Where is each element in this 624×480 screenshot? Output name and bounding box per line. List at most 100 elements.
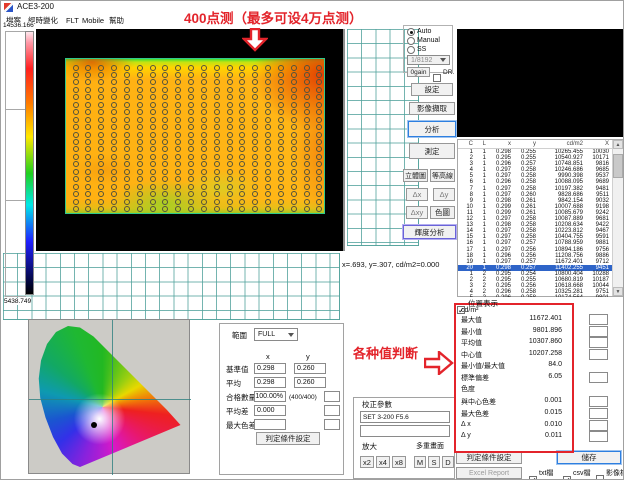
image-capture-button[interactable]: 影像擷取 (409, 102, 455, 115)
measure-dot (304, 72, 310, 78)
table-row[interactable]: 520.2960.25810174.5649801 (458, 295, 623, 297)
stat-value: 84.0 (514, 361, 562, 368)
measure-dot (291, 132, 297, 138)
stat-judge-box[interactable] (589, 337, 608, 348)
avg-y-field[interactable]: 0.260 (294, 377, 326, 388)
measure-dot (124, 72, 130, 78)
table-scrollbar[interactable]: ▲ ▼ (612, 140, 623, 296)
multi-m-button[interactable]: M (414, 456, 426, 468)
measure-dot (201, 87, 207, 93)
stat-judge-box[interactable] (589, 349, 608, 360)
measure-dot (162, 124, 168, 130)
csv-file-checkbox[interactable]: ✓ (563, 469, 571, 480)
zoom-x4-button[interactable]: x4 (376, 456, 390, 468)
ref-x-field[interactable]: 0.298 (254, 363, 286, 374)
measure-dot (150, 87, 156, 93)
zoom-x2-button[interactable]: x2 (360, 456, 374, 468)
measure-dot (316, 169, 322, 175)
delta-x-button[interactable]: Δx (406, 188, 428, 201)
menu-mobile[interactable]: Mobile (82, 16, 104, 25)
app-window: ACE3-200 檔案 經時變化 FLT Mobile 幫助 14536.166… (0, 0, 624, 480)
delta-xy-button[interactable]: Δxy (406, 206, 428, 219)
analyze-button[interactable]: 分析 (408, 121, 456, 137)
solid3d-button[interactable]: 立體圖 (403, 169, 428, 182)
stat-row: 中心值10207.258 (456, 350, 624, 360)
image-file-checkbox[interactable] (596, 469, 604, 480)
measure-dot (214, 176, 220, 182)
measure-dot (252, 139, 258, 145)
grid-overlay-bottom (3, 253, 340, 320)
measure-dot (137, 169, 143, 175)
stat-judge-box[interactable] (589, 372, 608, 383)
radio-auto[interactable] (407, 28, 415, 36)
zoom-x8-button[interactable]: x8 (392, 456, 406, 468)
stat-judge-box[interactable] (589, 326, 608, 337)
radio-auto-label: Auto (417, 27, 431, 36)
measurement-table[interactable]: CLxycd/m2X 110.2980.25510265.45510030210… (457, 139, 624, 297)
measure-dot (291, 154, 297, 160)
save-button[interactable]: 儲存 (557, 451, 621, 464)
annotation-right-arrow-icon (424, 351, 454, 375)
settings-button[interactable]: 設定 (411, 83, 453, 96)
measure-dot (316, 176, 322, 182)
radio-ss[interactable] (407, 46, 415, 54)
delta-y-button[interactable]: Δy (433, 188, 455, 201)
menu-help[interactable]: 幫助 (109, 16, 124, 25)
footer-judge-condition-button[interactable]: 判定條件設定 (456, 451, 522, 464)
zero-gain-button[interactable]: 0gain (407, 67, 430, 77)
measure-dot (265, 191, 271, 197)
measure-dot (137, 139, 143, 145)
measure-dot (265, 124, 271, 130)
avg-x-field[interactable]: 0.298 (254, 377, 286, 388)
luminance-analysis-button[interactable]: 輝度分析 (403, 225, 456, 239)
measure-dot (201, 79, 207, 85)
measure-dot (111, 72, 117, 78)
stat-label: Δ x (461, 421, 471, 428)
range-select[interactable]: FULL (254, 328, 298, 341)
stat-judge-box[interactable] (589, 420, 608, 431)
measure-dot (175, 117, 181, 123)
measure-dot (239, 124, 245, 130)
contour-button[interactable]: 等高線 (430, 169, 455, 182)
colormap-button[interactable]: 色圖 (430, 206, 455, 219)
multi-s-button[interactable]: S (428, 456, 440, 468)
measure-dot (137, 154, 143, 160)
measure-dot (85, 72, 91, 78)
stat-judge-box[interactable] (589, 431, 608, 442)
calibration-extra-field[interactable] (360, 425, 450, 437)
measure-dot (188, 139, 194, 145)
colorbar-ticks (5, 31, 26, 297)
judge-condition-button[interactable]: 判定條件設定 (256, 432, 320, 445)
scroll-thumb[interactable] (613, 154, 623, 178)
txt-file-checkbox[interactable]: ✓ (529, 469, 537, 480)
measure-dot (137, 176, 143, 182)
ref-y-field[interactable]: 0.260 (294, 363, 326, 374)
col-y-header: y (306, 352, 310, 361)
measure-dot (150, 72, 156, 78)
measure-button[interactable]: 測定 (409, 143, 455, 159)
measure-dot (175, 124, 181, 130)
measure-dot (291, 87, 297, 93)
calibration-set-field[interactable]: SET 3-200 F5.6 (360, 411, 450, 423)
excel-report-button[interactable]: Excel Report (456, 467, 522, 479)
radio-manual[interactable] (407, 37, 415, 45)
measure-dot (162, 184, 168, 190)
calibration-title: 校正參數 (362, 400, 392, 409)
measure-dot (73, 191, 79, 197)
measure-dot (214, 139, 220, 145)
measure-dot (150, 146, 156, 152)
multi-d-button[interactable]: D (442, 456, 454, 468)
stat-judge-box[interactable] (589, 314, 608, 325)
scroll-up-icon[interactable]: ▲ (613, 140, 623, 149)
stat-judge-box[interactable] (589, 408, 608, 419)
stat-judge-box[interactable] (589, 396, 608, 407)
measure-dot (278, 94, 284, 100)
menu-flt[interactable]: FLT (66, 16, 79, 25)
measure-dot (162, 154, 168, 160)
measure-dot (85, 161, 91, 167)
heatmap-viewport[interactable] (36, 29, 345, 251)
measure-dot (227, 87, 233, 93)
measure-dot (73, 94, 79, 100)
chroma-stats: 與中心色差0.001最大色差0.015Δ x0.010Δ y0.011 (456, 397, 624, 445)
scroll-down-icon[interactable]: ▼ (613, 287, 623, 296)
